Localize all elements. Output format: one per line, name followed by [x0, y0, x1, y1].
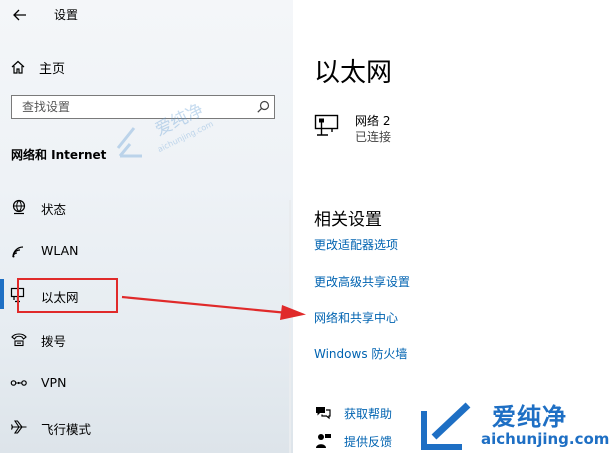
- app-title: 设置: [54, 8, 79, 22]
- nav-item-dialup[interactable]: 拨号: [0, 324, 293, 354]
- watermark-logo-icon: [116, 127, 142, 158]
- home-icon: [11, 60, 25, 74]
- nav-item-vpn[interactable]: VPN: [0, 368, 293, 398]
- watermark-name: 爱纯净: [492, 403, 567, 431]
- nav-home-label: 主页: [39, 61, 66, 77]
- dialup-phone-icon: [11, 333, 27, 347]
- ethernet-monitor-icon: [314, 114, 339, 136]
- vpn-icon: [10, 380, 27, 386]
- nav-home[interactable]: 主页: [10, 55, 65, 79]
- watermark-large: 爱纯净 aichunjing.com: [418, 397, 612, 453]
- link-advanced-sharing-settings[interactable]: 更改高级共享设置: [314, 273, 410, 290]
- network-card[interactable]: 网络 2 已连接: [314, 112, 464, 148]
- related-settings-title: 相关设置: [314, 210, 382, 230]
- pane-divider: [289, 200, 291, 453]
- globe-status-icon: [12, 199, 26, 215]
- back-arrow-icon: [13, 9, 26, 21]
- link-network-sharing-center[interactable]: 网络和共享中心: [314, 309, 398, 326]
- annotation-arrow-icon: [121, 295, 306, 320]
- nav-item-label: 飞行模式: [41, 422, 92, 437]
- link-windows-firewall[interactable]: Windows 防火墙: [314, 345, 407, 362]
- help-chat-icon: [316, 407, 331, 420]
- nav-item-label: VPN: [41, 375, 67, 390]
- navigation-pane: 设置 主页 网络和 Internet 状态 WLAN: [0, 0, 293, 453]
- nav-item-airplane-mode[interactable]: 飞行模式: [0, 412, 293, 442]
- feedback-person-icon: [316, 434, 331, 448]
- nav-section-title: 网络和 Internet: [11, 148, 107, 162]
- back-button[interactable]: [9, 4, 31, 26]
- network-name: 网络 2: [355, 114, 391, 128]
- nav-item-label: 状态: [41, 202, 67, 217]
- page-title: 以太网: [314, 58, 393, 88]
- wifi-icon: [12, 246, 24, 258]
- nav-item-label: WLAN: [41, 243, 79, 258]
- search-icon[interactable]: [256, 100, 270, 114]
- search-input[interactable]: [12, 96, 247, 118]
- get-help-label: 获取帮助: [344, 407, 393, 421]
- nav-item-label: 拨号: [41, 334, 67, 349]
- watermark-url: aichunjing.com: [481, 430, 610, 448]
- nav-item-wlan[interactable]: WLAN: [0, 236, 293, 266]
- network-status: 已连接: [355, 130, 392, 144]
- search-box[interactable]: [11, 95, 275, 119]
- watermark-small: 爱纯净 aichunjing.com: [112, 100, 215, 166]
- link-change-adapter-options[interactable]: 更改适配器选项: [314, 236, 398, 253]
- give-feedback-label: 提供反馈: [344, 435, 393, 449]
- annotation-highlight-box: [17, 278, 118, 313]
- airplane-icon: [10, 420, 27, 434]
- title-bar: 设置: [0, 0, 293, 30]
- nav-item-status[interactable]: 状态: [0, 192, 293, 222]
- watermark-logo-icon: [421, 402, 471, 450]
